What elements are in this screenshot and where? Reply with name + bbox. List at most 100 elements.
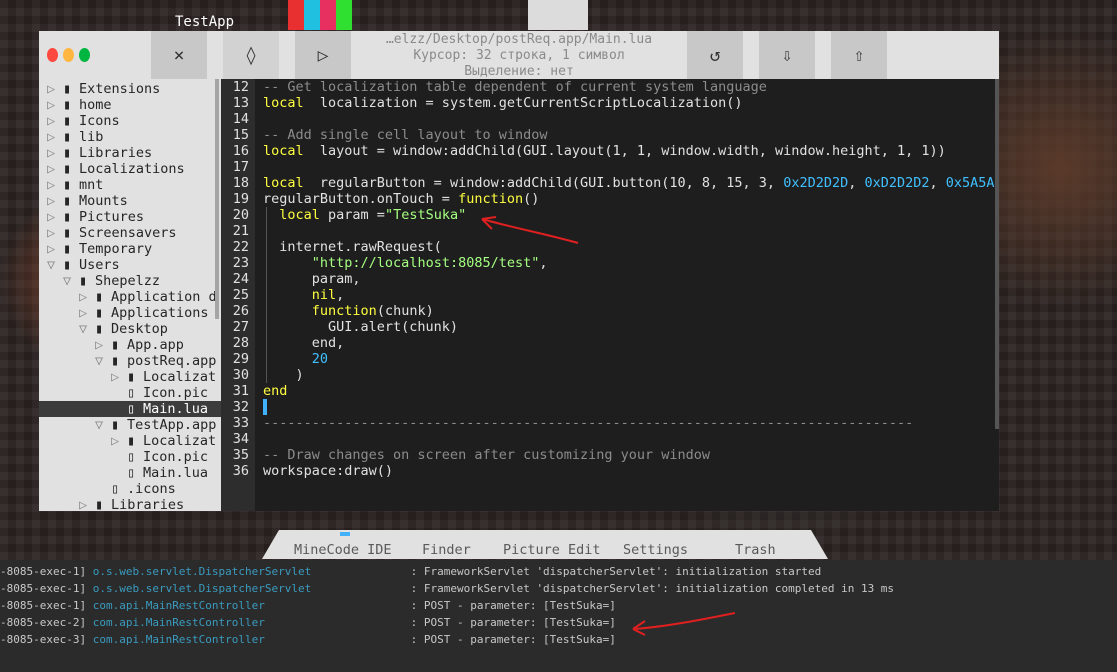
- tree-item[interactable]: ▽ ▮ Shepelzz: [39, 273, 221, 289]
- code-line[interactable]: -- Get localization table dependent of c…: [263, 79, 767, 95]
- code-line[interactable]: internet.rawRequest(: [263, 239, 442, 255]
- collapsed-arrow-icon[interactable]: ▷: [47, 193, 63, 209]
- tree-item[interactable]: ▷ ▮ App.app: [39, 337, 221, 353]
- folder-icon: ▮: [127, 433, 136, 449]
- tree-item[interactable]: ▷ ▮ Localizations: [39, 161, 221, 177]
- tree-item[interactable]: ▷ ▮ Libraries: [39, 497, 221, 511]
- desktop-icon-colorbars[interactable]: [288, 0, 352, 30]
- tree-item[interactable]: ▯ Icon.pic: [39, 385, 221, 401]
- code-line[interactable]: "http://localhost:8085/test",: [263, 255, 548, 271]
- dock-item[interactable]: Picture Edit: [503, 542, 601, 558]
- desktop-icon-thumbnail[interactable]: [528, 0, 588, 30]
- collapsed-arrow-icon[interactable]: ▷: [47, 97, 63, 113]
- tree-item[interactable]: ▽ ▮ TestApp.app: [39, 417, 221, 433]
- scroll-down-button[interactable]: ⇩: [759, 31, 815, 79]
- tree-item[interactable]: ▽ ▮ postReq.app: [39, 353, 221, 369]
- refresh-button[interactable]: ↺: [687, 31, 743, 79]
- window-close-dot[interactable]: [47, 48, 58, 62]
- expanded-arrow-icon[interactable]: ▽: [63, 273, 79, 289]
- folder-icon: ▮: [63, 177, 72, 193]
- collapsed-arrow-icon[interactable]: ▷: [79, 497, 95, 511]
- code-line[interactable]: local layout = window:addChild(GUI.layou…: [263, 143, 946, 159]
- code-line[interactable]: GUI.alert(chunk): [263, 319, 458, 335]
- run-button[interactable]: ▷: [295, 31, 351, 79]
- dock-item[interactable]: Trash: [735, 542, 776, 558]
- tree-item[interactable]: ▯ Main.lua: [39, 401, 221, 417]
- server-console: -8085-exec-1] o.s.web.servlet.Dispatcher…: [0, 560, 1117, 672]
- tree-item[interactable]: ▷ ▮ mnt: [39, 177, 221, 193]
- code-line[interactable]: regularButton.onTouch = function(): [263, 191, 539, 207]
- log-message: : FrameworkServlet 'dispatcherServlet': …: [410, 565, 822, 578]
- format-button[interactable]: ◊: [223, 31, 279, 79]
- tree-item[interactable]: ▷ ▮ Libraries: [39, 145, 221, 161]
- tree-item[interactable]: ▯ Main.lua: [39, 465, 221, 481]
- dock-item[interactable]: Settings: [623, 542, 688, 558]
- tree-item[interactable]: ▷ ▮ Application d: [39, 289, 221, 305]
- collapsed-arrow-icon[interactable]: ▷: [47, 225, 63, 241]
- dock-item[interactable]: MineCode IDE: [294, 542, 392, 558]
- file-tree-scrollbar[interactable]: [215, 79, 219, 319]
- file-tree[interactable]: ▷ ▮ Extensions ▷ ▮ home ▷ ▮ Icons ▷ ▮ lib ▷ ▮ Librarie…: [39, 79, 221, 511]
- code-line[interactable]: local regularButton = window:addChild(GU…: [263, 175, 999, 191]
- expanded-arrow-icon[interactable]: ▽: [95, 417, 111, 433]
- tree-item[interactable]: ▷ ▮ Extensions: [39, 81, 221, 97]
- collapsed-arrow-icon[interactable]: ▷: [111, 433, 127, 449]
- expanded-arrow-icon[interactable]: ▽: [95, 353, 111, 369]
- folder-icon: ▮: [111, 337, 120, 353]
- collapsed-arrow-icon[interactable]: ▷: [47, 129, 63, 145]
- tree-item[interactable]: ▷ ▮ Mounts: [39, 193, 221, 209]
- tree-item[interactable]: ▯ Icon.pic: [39, 449, 221, 465]
- code-line[interactable]: 20: [263, 351, 328, 367]
- tree-item[interactable]: ▷ ▮ Screensavers: [39, 225, 221, 241]
- collapsed-arrow-icon[interactable]: ▷: [47, 81, 63, 97]
- code-line[interactable]: ): [263, 367, 304, 383]
- desktop-app-label[interactable]: TestApp: [175, 14, 234, 30]
- code-line[interactable]: -- Draw changes on screen after customiz…: [263, 447, 710, 463]
- title-bar: × ◊ ▷ …elzz/Desktop/postReq.app/Main.lua…: [39, 31, 999, 79]
- code-line[interactable]: end: [263, 383, 287, 399]
- folder-icon: ▮: [63, 145, 72, 161]
- tree-item[interactable]: ▷ ▮ Localizat: [39, 369, 221, 385]
- code-line[interactable]: ----------------------------------------…: [263, 415, 913, 431]
- collapsed-arrow-icon[interactable]: ▷: [95, 337, 111, 353]
- code-line[interactable]: workspace:draw(): [263, 463, 393, 479]
- tree-item[interactable]: ▷ ▮ Localizat: [39, 433, 221, 449]
- tree-item[interactable]: ▯ .icons: [39, 481, 221, 497]
- code-editor[interactable]: -- Get localization table dependent of c…: [255, 79, 999, 511]
- expanded-arrow-icon[interactable]: ▽: [47, 257, 63, 273]
- code-scrollbar[interactable]: [995, 79, 999, 429]
- tree-item-label: Users: [79, 257, 120, 273]
- collapsed-arrow-icon[interactable]: ▷: [47, 145, 63, 161]
- code-line[interactable]: param,: [263, 271, 361, 287]
- window-maximize-dot[interactable]: [79, 48, 90, 62]
- close-file-button[interactable]: ×: [151, 31, 207, 79]
- code-line[interactable]: nil,: [263, 287, 345, 303]
- tree-item[interactable]: ▷ ▮ Icons: [39, 113, 221, 129]
- collapsed-arrow-icon[interactable]: ▷: [79, 289, 95, 305]
- code-line[interactable]: -- Add single cell layout to window: [263, 127, 547, 143]
- tree-item[interactable]: ▷ ▮ Applications: [39, 305, 221, 321]
- tree-item[interactable]: ▷ ▮ home: [39, 97, 221, 113]
- scroll-up-button[interactable]: ⇧: [831, 31, 887, 79]
- collapsed-arrow-icon[interactable]: ▷: [47, 161, 63, 177]
- collapsed-arrow-icon[interactable]: ▷: [47, 113, 63, 129]
- code-line[interactable]: local param ="TestSuka": [263, 207, 466, 223]
- dock-item[interactable]: Finder: [422, 542, 471, 558]
- collapsed-arrow-icon[interactable]: ▷: [79, 305, 95, 321]
- collapsed-arrow-icon[interactable]: ▷: [47, 209, 63, 225]
- tree-item-label: App.app: [127, 337, 184, 353]
- expanded-arrow-icon[interactable]: ▽: [79, 321, 95, 337]
- collapsed-arrow-icon[interactable]: ▷: [111, 369, 127, 385]
- tree-item[interactable]: ▷ ▮ lib: [39, 129, 221, 145]
- tree-item[interactable]: ▷ ▮ Pictures: [39, 209, 221, 225]
- line-number: 21: [232, 223, 249, 239]
- tree-item[interactable]: ▷ ▮ Temporary: [39, 241, 221, 257]
- code-line[interactable]: end,: [263, 335, 345, 351]
- code-line[interactable]: local localization = system.getCurrentSc…: [263, 95, 743, 111]
- collapsed-arrow-icon[interactable]: ▷: [47, 241, 63, 257]
- code-line[interactable]: function(chunk): [263, 303, 434, 319]
- tree-item[interactable]: ▽ ▮ Desktop: [39, 321, 221, 337]
- window-minimize-dot[interactable]: [63, 48, 74, 62]
- tree-item[interactable]: ▽ ▮ Users: [39, 257, 221, 273]
- collapsed-arrow-icon[interactable]: ▷: [47, 177, 63, 193]
